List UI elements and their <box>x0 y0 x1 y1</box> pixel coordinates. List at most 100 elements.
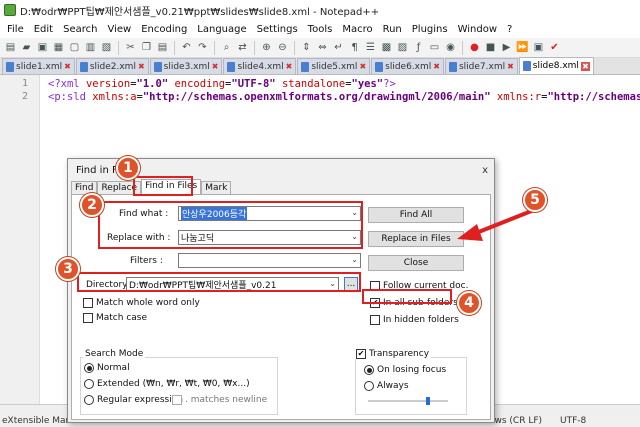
undo-icon[interactable]: ↶ <box>180 41 193 54</box>
tab-slide7[interactable]: slide7.xml ✖ <box>444 58 518 74</box>
find-all-button[interactable]: Find All <box>368 207 464 223</box>
dialog-close-icon[interactable]: x <box>482 165 488 176</box>
language-icon[interactable]: ▩ <box>380 41 393 54</box>
menu-file[interactable]: File <box>2 24 29 35</box>
regex-radio[interactable]: Regular expression <box>84 395 183 405</box>
menu-search[interactable]: Search <box>58 24 102 35</box>
tab-slide8[interactable]: slide8.xml ✖ <box>518 57 594 74</box>
radio-icon[interactable] <box>84 395 94 405</box>
record-macro-icon[interactable]: ● <box>468 41 481 54</box>
spell-check-icon[interactable]: ✔ <box>548 41 561 54</box>
save-all-icon[interactable]: ▦ <box>52 41 65 54</box>
tab-slide3[interactable]: slide3.xml ✖ <box>149 58 223 74</box>
checkbox-box[interactable] <box>172 395 182 405</box>
file-icon <box>153 61 162 72</box>
close-icon[interactable]: ▢ <box>68 41 81 54</box>
run-macro-multiple-icon[interactable]: ⏩ <box>516 41 529 54</box>
close-tab-icon[interactable]: ✖ <box>286 62 293 71</box>
radio-selected-icon[interactable] <box>364 365 374 375</box>
always-radio[interactable]: Always <box>364 381 409 391</box>
menu-macro[interactable]: Macro <box>337 24 377 35</box>
zoom-out-icon[interactable]: ⊖ <box>276 41 289 54</box>
find-icon[interactable]: ⌕ <box>220 41 233 54</box>
folder-workspace-icon[interactable]: ▭ <box>428 41 441 54</box>
xml-tag: <p:sld <box>48 91 93 103</box>
menu-encoding[interactable]: Encoding <box>136 24 192 35</box>
highlight-subfolders-checkbox <box>362 289 452 304</box>
tab-slide4[interactable]: slide4.xml ✖ <box>223 58 297 74</box>
menu-view[interactable]: View <box>102 24 136 35</box>
show-all-chars-icon[interactable]: ¶ <box>348 41 361 54</box>
xml-value: "http://schemas <box>547 91 640 103</box>
replace-icon[interactable]: ⇄ <box>236 41 249 54</box>
matches-newline-checkbox[interactable]: . matches newline <box>172 395 267 405</box>
radio-icon[interactable] <box>84 379 94 389</box>
close-tab-icon[interactable]: ✖ <box>359 62 366 71</box>
document-tab-bar: slide1.xml ✖ slide2.xml ✖ slide3.xml ✖ slid… <box>0 57 640 75</box>
save-icon[interactable]: ▣ <box>36 41 49 54</box>
copy-icon[interactable]: ❐ <box>140 41 153 54</box>
status-eol: ows (CR LF) <box>489 416 543 426</box>
filters-input[interactable]: ⌄ <box>178 253 361 268</box>
check-icon[interactable]: ✔ <box>356 349 366 359</box>
cut-icon[interactable]: ✂ <box>124 41 137 54</box>
step-marker-1: 1 <box>116 156 140 180</box>
menu-plugins[interactable]: Plugins <box>407 24 453 35</box>
close-tab-icon[interactable]: ✖ <box>433 62 440 71</box>
indent-guide-icon[interactable]: ☰ <box>364 41 377 54</box>
tab-slide6[interactable]: slide6.xml ✖ <box>371 58 444 74</box>
transparency-slider[interactable] <box>368 400 448 402</box>
print-icon[interactable]: ▧ <box>100 41 113 54</box>
search-mode-title: Search Mode <box>83 349 146 359</box>
menu-settings[interactable]: Settings <box>252 24 303 35</box>
in-hidden-folders-checkbox[interactable]: In hidden folders <box>370 315 459 325</box>
tab-slide1[interactable]: slide1.xml ✖ <box>2 58 75 74</box>
step-marker-5: 5 <box>523 188 547 212</box>
tab-slide2[interactable]: slide2.xml ✖ <box>75 58 149 74</box>
extended-radio[interactable]: Extended (₩n, ₩r, ₩t, ₩0, ₩x...) <box>84 379 250 389</box>
menu-run[interactable]: Run <box>378 24 407 35</box>
redo-icon[interactable]: ↷ <box>196 41 209 54</box>
tab-mark[interactable]: Mark <box>201 181 232 195</box>
tab-slide5[interactable]: slide5.xml ✖ <box>297 58 371 74</box>
word-wrap-icon[interactable]: ↵ <box>332 41 345 54</box>
xml-attr: standalone <box>275 78 346 90</box>
zoom-in-icon[interactable]: ⊕ <box>260 41 273 54</box>
radio-selected-icon[interactable] <box>84 363 94 373</box>
stop-macro-icon[interactable]: ■ <box>484 41 497 54</box>
sync-vertical-icon[interactable]: ⇕ <box>300 41 313 54</box>
menu-window[interactable]: Window <box>453 24 502 35</box>
normal-radio[interactable]: Normal <box>84 363 130 373</box>
match-case-checkbox[interactable]: Match case <box>83 313 147 323</box>
new-file-icon[interactable]: ▤ <box>4 41 17 54</box>
menu-language[interactable]: Language <box>192 24 251 35</box>
replace-in-files-button[interactable]: Replace in Files <box>368 231 464 247</box>
radio-icon[interactable] <box>364 381 374 391</box>
sync-horizontal-icon[interactable]: ⇔ <box>316 41 329 54</box>
menu-tools[interactable]: Tools <box>303 24 338 35</box>
checkbox-box[interactable] <box>83 313 93 323</box>
transparency-slider-thumb[interactable] <box>426 397 430 405</box>
close-tab-icon[interactable]: ✖ <box>580 61 590 71</box>
checkbox-box[interactable] <box>370 315 380 325</box>
monitoring-icon[interactable]: ◉ <box>444 41 457 54</box>
close-all-icon[interactable]: ▥ <box>84 41 97 54</box>
chevron-down-icon[interactable]: ⌄ <box>351 255 358 264</box>
function-list-icon[interactable]: ƒ <box>412 41 425 54</box>
close-tab-icon[interactable]: ✖ <box>138 62 145 71</box>
doc-map-icon[interactable]: ▨ <box>396 41 409 54</box>
paste-icon[interactable]: ▤ <box>156 41 169 54</box>
transparency-checkbox[interactable]: ✔ Transparency <box>354 349 432 359</box>
close-tab-icon[interactable]: ✖ <box>64 62 71 71</box>
open-file-icon[interactable]: ▰ <box>20 41 33 54</box>
match-whole-word-checkbox[interactable]: Match whole word only <box>83 298 200 308</box>
close-tab-icon[interactable]: ✖ <box>507 62 514 71</box>
save-macro-icon[interactable]: ▣ <box>532 41 545 54</box>
menu-help[interactable]: ? <box>502 24 517 35</box>
menu-edit[interactable]: Edit <box>29 24 58 35</box>
on-losing-focus-radio[interactable]: On losing focus <box>364 365 446 375</box>
close-button[interactable]: Close <box>368 255 464 271</box>
play-macro-icon[interactable]: ▶ <box>500 41 513 54</box>
checkbox-box[interactable] <box>83 298 93 308</box>
close-tab-icon[interactable]: ✖ <box>212 62 219 71</box>
